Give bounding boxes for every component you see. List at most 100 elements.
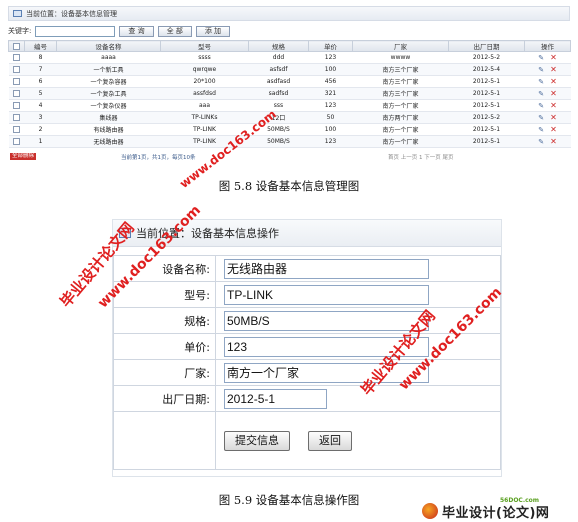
cell-actions: ✎ ✕ [524,63,571,76]
delete-icon[interactable]: ✕ [550,101,557,110]
cell-date: 2012-5-4 [448,63,525,76]
delete-icon[interactable]: ✕ [550,65,557,74]
cell-name: 一个新工具 [56,63,161,76]
delete-icon[interactable]: ✕ [550,113,557,122]
name-input[interactable]: 无线路由器 [224,258,429,279]
cell-vendor: 南方一个厂家 [352,99,449,112]
cell-spec: asfsdf [248,63,309,76]
cell-id: 4 [24,99,57,112]
cell-spec: asdfasd [248,75,309,88]
cell-model: 20*100 [160,75,249,88]
cell-vendor: 南方一个厂家 [352,135,449,148]
add-button[interactable]: 添 加 [195,25,231,37]
edit-icon[interactable]: ✎ [538,66,544,74]
edit-icon[interactable]: ✎ [538,90,544,98]
cell-date: 2012-5-2 [448,51,525,64]
cell-price: 123 [308,135,353,148]
table-row: 2 有线路由器 TP-LINK 50MB/S 100 南方一个厂家 2012-5… [8,123,571,136]
row-checkbox[interactable] [13,102,20,109]
cell-vendor: 南方三个厂家 [352,63,449,76]
edit-icon[interactable]: ✎ [538,138,544,146]
edit-icon[interactable]: ✎ [538,54,544,62]
cell-model: aaa [160,99,249,112]
cell-id: 6 [24,75,57,88]
form-row-spec: 规格: 50MB/S [113,307,501,334]
pagination-bar: 全部删除 当前第1页，共1页，每页10条 首页 上一页 1 下一页 尾页 [8,152,570,164]
pagination-links[interactable]: 首页 上一页 1 下一页 尾页 [388,153,454,161]
cell-actions: ✎ ✕ [524,75,571,88]
header-spec[interactable]: 规格 [248,40,309,52]
delete-icon[interactable]: ✕ [550,137,557,146]
edit-icon[interactable]: ✎ [538,114,544,122]
table-row: 5 一个复杂工具 assfdsd sadfsd 321 南方三个厂家 2012-… [8,87,571,100]
cell-name: 有线路由器 [56,123,161,136]
cell-price: 456 [308,75,353,88]
select-all-checkbox[interactable] [13,42,20,50]
cell-price: 50 [308,111,353,124]
header-vendor[interactable]: 厂家 [352,40,449,52]
cell-actions: ✎ ✕ [524,99,571,112]
date-input[interactable]: 2012-5-1 [224,388,327,409]
cell-model: qwrqwe [160,63,249,76]
submit-button[interactable]: 提交信息 [224,430,290,451]
cell-model: ssss [160,51,249,64]
cell-price: 123 [308,51,353,64]
spec-input[interactable]: 50MB/S [224,310,429,331]
cell-name: 一个复杂仪器 [56,99,161,112]
cell-id: 3 [24,111,57,124]
device-table: 编号 设备名称 型号 规格 单价 厂家 出厂日期 操作 8 aaaa ssss … [8,40,571,148]
query-button[interactable]: 查 询 [119,25,154,37]
table-row: 7 一个新工具 qwrqwe asfsdf 100 南方三个厂家 2012-5-… [8,63,571,76]
cell-id: 7 [24,63,57,76]
cell-date: 2012-5-1 [448,75,525,88]
table-row: 4 一个复杂仪器 aaa sss 123 南方一个厂家 2012-5-1 ✎ ✕ [8,99,571,112]
header-select-all[interactable] [8,40,25,52]
site-logo: 56DOC.com 毕业设计(论文)网 [412,497,577,521]
cell-id: 8 [24,51,57,64]
edit-icon[interactable]: ✎ [538,126,544,134]
row-checkbox[interactable] [13,90,20,97]
cell-vendor: 南方一个厂家 [352,123,449,136]
cell-spec: ddd [248,51,309,64]
cell-model: TP-LINKs [160,111,249,124]
cell-name: aaaa [56,51,161,64]
edit-icon[interactable]: ✎ [538,78,544,86]
row-checkbox[interactable] [13,66,20,73]
delete-icon[interactable]: ✕ [550,53,557,62]
vendor-label: 厂家: [113,359,216,386]
cell-date: 2012-5-1 [448,99,525,112]
cell-vendor: 南方三个厂家 [352,87,449,100]
model-input[interactable]: TP-LINK [224,284,429,305]
row-checkbox[interactable] [13,126,20,133]
row-checkbox[interactable] [13,78,20,85]
breadcrumb-text: 当前位置：设备基本信息管理 [26,9,117,18]
edit-icon[interactable]: ✎ [538,102,544,110]
cell-vendor: 南方三个厂家 [352,75,449,88]
device-list-screenshot: 当前位置：设备基本信息管理 关键字: 查 询 全 部 添 加 编号 设备名称 型… [8,6,571,176]
delete-all-button[interactable]: 全部删除 [10,153,37,160]
keyword-label: 关键字: [8,27,32,35]
table-row: 8 aaaa ssss ddd 123 wwww 2012-5-2 ✎ ✕ [8,51,571,64]
row-checkbox[interactable] [13,114,20,121]
header-actions: 操作 [524,40,571,52]
delete-icon[interactable]: ✕ [550,77,557,86]
cell-spec: sadfsd [248,87,309,100]
delete-icon[interactable]: ✕ [550,125,557,134]
row-checkbox[interactable] [13,138,20,145]
row-checkbox[interactable] [13,54,20,61]
cell-model: assfdsd [160,87,249,100]
delete-icon[interactable]: ✕ [550,89,557,98]
header-price[interactable]: 单价 [308,40,353,52]
header-date[interactable]: 出厂日期 [448,40,525,52]
form-row-model: 型号: TP-LINK [113,281,501,308]
table-row: 6 一个复杂容器 20*100 asdfasd 456 南方三个厂家 2012-… [8,75,571,88]
show-all-button[interactable]: 全 部 [157,25,192,37]
cell-actions: ✎ ✕ [524,123,571,136]
header-model[interactable]: 型号 [160,40,249,52]
cell-date: 2012-5-2 [448,111,525,124]
header-name[interactable]: 设备名称 [56,40,161,52]
keyword-input[interactable] [35,25,116,37]
back-button[interactable]: 返回 [308,430,352,451]
header-id[interactable]: 编号 [24,40,57,52]
form-row-actions: 提交信息 返回 [113,411,501,470]
